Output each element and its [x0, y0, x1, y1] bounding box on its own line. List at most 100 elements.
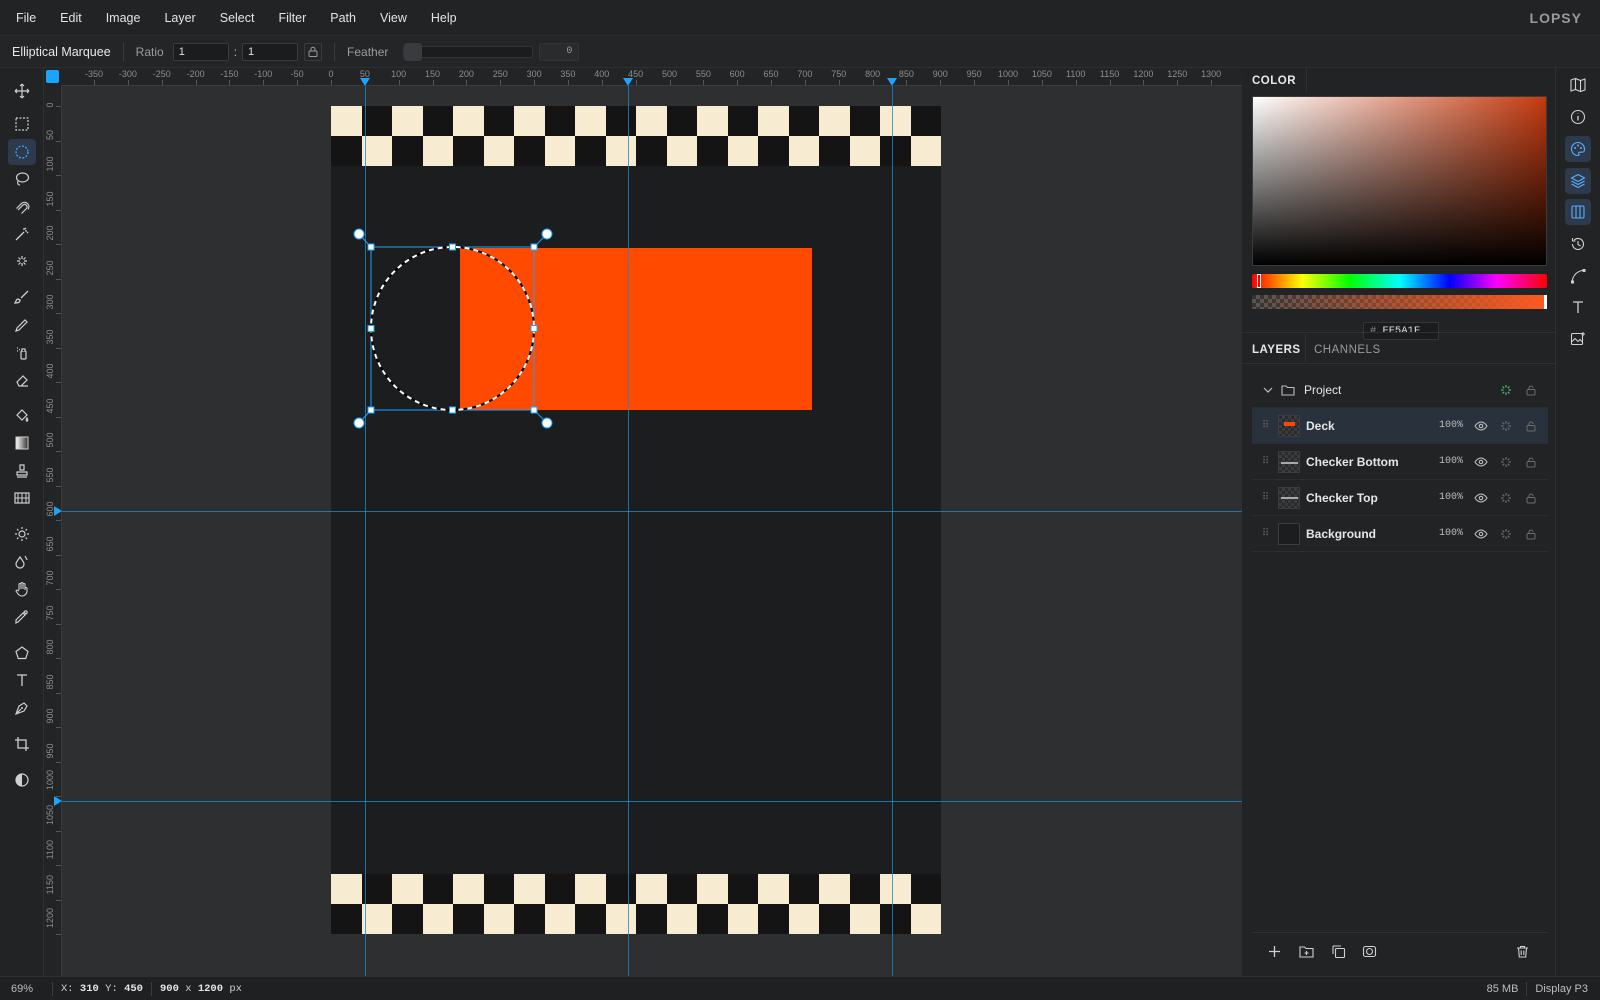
- character-panel-button[interactable]: [1565, 294, 1591, 320]
- menu-file[interactable]: File: [0, 0, 48, 36]
- pen-tool[interactable]: [8, 695, 36, 721]
- lock-icon[interactable]: [1523, 382, 1539, 398]
- eye-icon[interactable]: [1473, 418, 1489, 434]
- blur-tool[interactable]: [8, 549, 36, 575]
- history-panel-button[interactable]: [1565, 231, 1591, 257]
- layer-name[interactable]: Checker Bottom: [1306, 455, 1439, 469]
- feather-slider[interactable]: [403, 42, 534, 61]
- ruler-origin-marker[interactable]: [46, 70, 59, 83]
- tab-channels[interactable]: CHANNELS: [1314, 344, 1381, 356]
- drag-handle-icon[interactable]: ⠿: [1258, 420, 1272, 431]
- ruler-corner[interactable]: [44, 68, 62, 86]
- guide-vertical[interactable]: [892, 86, 893, 976]
- gradient-tool[interactable]: [8, 430, 36, 456]
- guide-horizontal[interactable]: [62, 801, 1242, 802]
- layer-group-row[interactable]: Project: [1252, 372, 1548, 408]
- duplicate-layer-button[interactable]: [1327, 940, 1349, 962]
- guide-horizontal[interactable]: [62, 511, 1242, 512]
- add-mask-button[interactable]: [1358, 940, 1380, 962]
- menu-view[interactable]: View: [368, 0, 419, 36]
- effects-icon[interactable]: [1498, 454, 1514, 470]
- paint-bucket-tool[interactable]: [8, 403, 36, 429]
- hue-slider-handle[interactable]: [1257, 274, 1261, 288]
- effects-icon[interactable]: [1498, 418, 1514, 434]
- layers-panel-button[interactable]: [1565, 168, 1591, 194]
- hex-color-input[interactable]: # FF5A1F: [1363, 322, 1439, 340]
- guide-marker[interactable]: [54, 506, 62, 516]
- crop-tool[interactable]: [8, 731, 36, 757]
- menu-help[interactable]: Help: [419, 0, 469, 36]
- menu-edit[interactable]: Edit: [48, 0, 94, 36]
- layer-name[interactable]: Checker Top: [1306, 491, 1439, 505]
- magnetic-lasso-tool[interactable]: [8, 194, 36, 220]
- zoom-level[interactable]: 69%: [0, 983, 44, 995]
- effects-icon[interactable]: [1498, 490, 1514, 506]
- stamp-tool[interactable]: [8, 458, 36, 484]
- eraser-tool[interactable]: [8, 367, 36, 393]
- layer-row-deck[interactable]: ⠿ Deck 100%: [1252, 408, 1548, 444]
- delete-layer-button[interactable]: [1511, 940, 1533, 962]
- horizontal-ruler[interactable]: -350 -300 -250 -200 -150 -100 -50 0 50 100 150 200 2…: [62, 68, 1242, 86]
- hex-value[interactable]: FF5A1F: [1382, 325, 1420, 337]
- ratio-width-input[interactable]: [172, 42, 229, 61]
- guide-vertical[interactable]: [365, 86, 366, 976]
- layer-name[interactable]: Deck: [1306, 419, 1439, 433]
- layer-name[interactable]: Background: [1306, 527, 1439, 541]
- menu-select[interactable]: Select: [208, 0, 267, 36]
- group-name[interactable]: Project: [1304, 383, 1498, 397]
- lock-icon[interactable]: [1523, 526, 1539, 542]
- alpha-slider[interactable]: [1252, 295, 1547, 309]
- canvas-viewport[interactable]: -350 -300 -250 -200 -150 -100 -50 0 50 100 150 200 2…: [44, 68, 1242, 976]
- lock-icon[interactable]: [1523, 454, 1539, 470]
- hand-tool[interactable]: [8, 576, 36, 602]
- drag-handle-icon[interactable]: ⠿: [1258, 528, 1272, 539]
- navigator-panel-button[interactable]: [1565, 72, 1591, 98]
- quick-selection-tool[interactable]: [8, 248, 36, 274]
- guide-vertical[interactable]: [628, 86, 629, 976]
- alpha-slider-handle[interactable]: [1544, 295, 1547, 309]
- info-panel-button[interactable]: [1565, 104, 1591, 130]
- ratio-height-input[interactable]: [242, 42, 299, 61]
- elliptical-marquee-tool[interactable]: [8, 139, 36, 165]
- layer-row-background[interactable]: ⠿ Background 100%: [1252, 516, 1548, 552]
- menu-layer[interactable]: Layer: [152, 0, 207, 36]
- eye-icon[interactable]: [1473, 490, 1489, 506]
- menu-path[interactable]: Path: [318, 0, 368, 36]
- drag-handle-icon[interactable]: ⠿: [1258, 456, 1272, 467]
- layer-opacity[interactable]: 100%: [1439, 456, 1463, 467]
- magic-wand-tool[interactable]: [8, 221, 36, 247]
- chevron-down-icon[interactable]: [1260, 382, 1276, 398]
- saturation-value-field[interactable]: [1252, 96, 1547, 266]
- drag-handle-icon[interactable]: ⠿: [1258, 492, 1272, 503]
- feather-slider-handle[interactable]: [404, 42, 423, 61]
- spray-tool[interactable]: [8, 340, 36, 366]
- rect-marquee-tool[interactable]: [8, 111, 36, 137]
- image-panel-button[interactable]: [1565, 326, 1591, 352]
- guide-marker[interactable]: [887, 78, 897, 86]
- menu-filter[interactable]: Filter: [266, 0, 318, 36]
- eye-icon[interactable]: [1473, 454, 1489, 470]
- guide-marker[interactable]: [54, 796, 62, 806]
- layer-opacity[interactable]: 100%: [1439, 492, 1463, 503]
- tab-layers[interactable]: LAYERS: [1252, 344, 1301, 356]
- color-profile[interactable]: Display P3: [1535, 983, 1588, 995]
- lock-icon[interactable]: [1523, 418, 1539, 434]
- eye-icon[interactable]: [1473, 526, 1489, 542]
- pencil-tool[interactable]: [8, 312, 36, 338]
- color-panel-title[interactable]: COLOR: [1252, 75, 1296, 87]
- guide-marker[interactable]: [360, 78, 370, 86]
- text-tool[interactable]: [8, 667, 36, 693]
- new-layer-button[interactable]: [1263, 940, 1285, 962]
- layer-row-checker-top[interactable]: ⠿ Checker Top 100%: [1252, 480, 1548, 516]
- lasso-tool[interactable]: [8, 166, 36, 192]
- dodge-tool[interactable]: [8, 521, 36, 547]
- feather-value-field[interactable]: 0: [539, 42, 580, 61]
- shape-tool[interactable]: [8, 640, 36, 666]
- hue-slider[interactable]: [1252, 274, 1547, 288]
- elliptical-selection[interactable]: [344, 222, 554, 432]
- channels-panel-button[interactable]: [1565, 199, 1591, 225]
- menu-image[interactable]: Image: [94, 0, 153, 36]
- effects-icon[interactable]: [1498, 526, 1514, 542]
- paths-panel-button[interactable]: [1565, 263, 1591, 289]
- quick-mask-toggle[interactable]: [8, 767, 36, 793]
